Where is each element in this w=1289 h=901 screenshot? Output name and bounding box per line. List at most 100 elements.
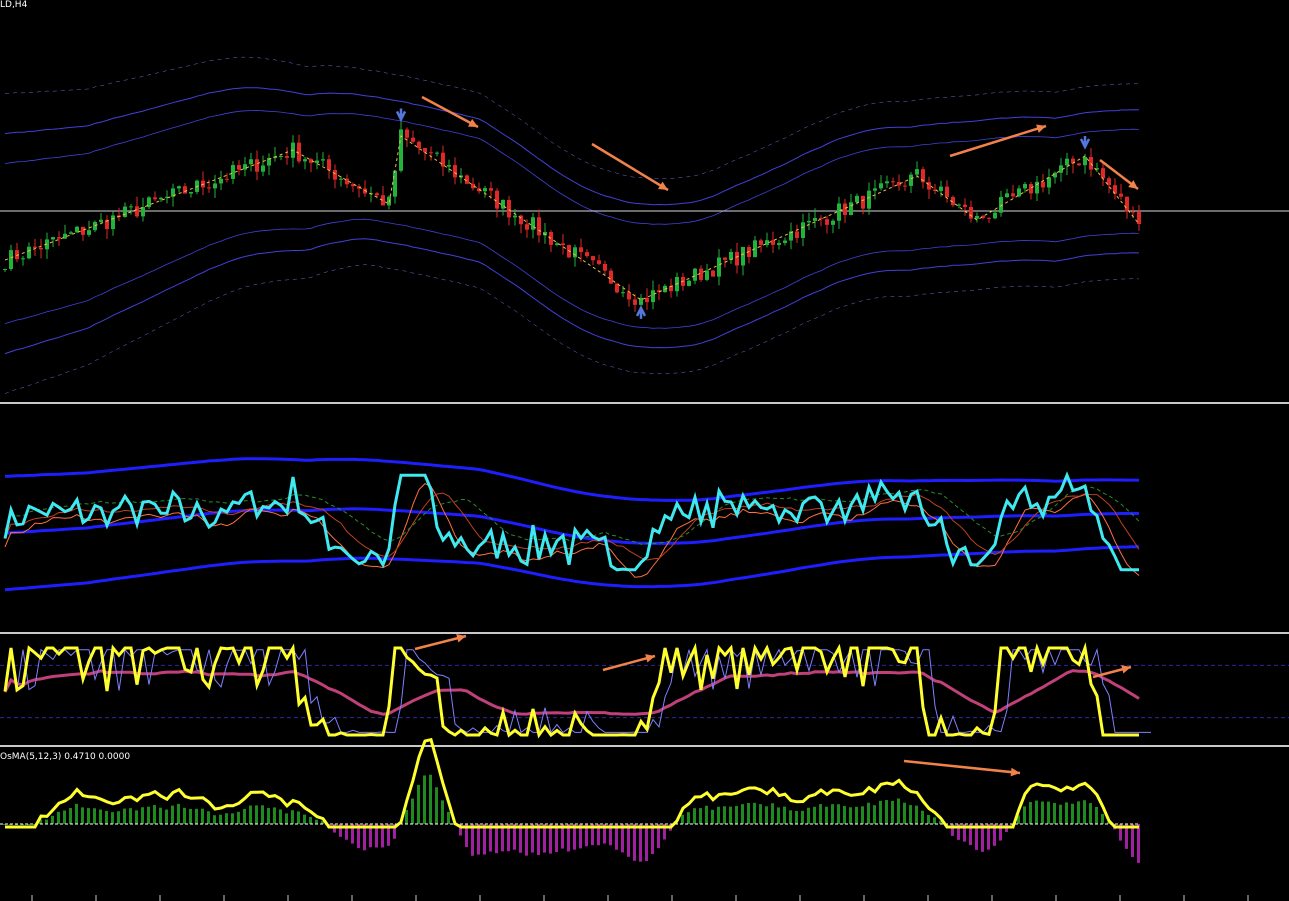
osma-bar-negative (1137, 824, 1140, 863)
osma-panel[interactable] (0, 737, 1140, 863)
osma-bar-negative (483, 824, 486, 855)
candle-body (183, 186, 187, 194)
osma-bar-positive (1035, 800, 1038, 824)
candle-body (819, 217, 823, 220)
osma-bar-positive (81, 807, 84, 824)
candle-body (189, 191, 193, 194)
osma-bar-positive (237, 811, 240, 824)
stoch-signal-line (3, 669, 1140, 716)
candle-body (285, 155, 289, 158)
trading-chart[interactable] (0, 0, 1289, 901)
osma-arrow (903, 759, 1021, 775)
candle-body (699, 268, 703, 280)
candle-body (693, 268, 697, 281)
osma-bar-negative (477, 824, 480, 855)
candle-body (489, 188, 493, 191)
osma-bar-positive (303, 814, 306, 824)
candle-body (243, 164, 247, 170)
osma-bar-positive (123, 808, 126, 824)
osma-bar-positive (279, 809, 282, 824)
candle-body (855, 195, 859, 203)
candle-body (633, 299, 637, 305)
osma-bar-positive (249, 805, 252, 824)
rsi-bands-panel[interactable] (3, 457, 1140, 592)
osma-bar-positive (765, 806, 768, 824)
candle-body (447, 165, 451, 167)
candle-body (825, 219, 829, 225)
envelope-band-5 (4, 264, 1140, 394)
price-panel[interactable] (0, 56, 1289, 394)
osma-bar-positive (1053, 802, 1056, 824)
candle-body (99, 219, 103, 222)
candle-body (123, 206, 127, 218)
candle-body (375, 193, 379, 196)
osma-bar-positive (729, 806, 732, 824)
osma-bar-positive (819, 804, 822, 824)
candle-body (3, 268, 7, 270)
candle-body (1077, 163, 1081, 166)
candle-body (1125, 196, 1129, 212)
osma-bar-positive (1065, 802, 1068, 824)
osma-bar-positive (105, 811, 108, 824)
candle-body (579, 247, 583, 253)
candle-body (327, 159, 331, 170)
osma-bar-negative (645, 824, 648, 862)
osma-bar-positive (759, 804, 762, 824)
candle-body (33, 246, 37, 248)
envelope-band-2 (4, 110, 1140, 225)
candle-body (753, 240, 757, 258)
envelope-band-4 (4, 238, 1140, 355)
candle-body (975, 215, 979, 219)
candle-body (1119, 193, 1123, 197)
stochastic-panel[interactable] (0, 634, 1289, 739)
osma-bar-negative (651, 824, 654, 855)
candle-body (831, 220, 835, 225)
osma-bar-positive (1041, 801, 1044, 824)
candle-body (741, 246, 745, 266)
osma-bar-positive (723, 806, 726, 824)
osma-bar-positive (441, 800, 444, 824)
envelope-band-0 (4, 56, 1140, 180)
candle-body (915, 169, 919, 175)
osma-bar-positive (435, 787, 438, 824)
candle-body (645, 297, 649, 303)
candle-body (279, 155, 283, 157)
candle-body (507, 199, 511, 218)
osma-bar-positive (1071, 803, 1074, 824)
osma-bar-positive (267, 808, 270, 824)
osma-bar-positive (129, 808, 132, 824)
candle-body (177, 186, 181, 189)
zigzag-line (4, 135, 1140, 301)
osma-bar-positive (837, 804, 840, 824)
candle-body (513, 215, 517, 218)
candle-body (849, 202, 853, 215)
candle-body (969, 206, 973, 219)
symbol-label: LD,H4 (0, 0, 28, 10)
candle-body (1023, 184, 1027, 189)
candle-body (861, 195, 865, 209)
osma-bar-positive (855, 806, 858, 824)
osma-bar-positive (687, 812, 690, 824)
osma-bar-positive (195, 808, 198, 824)
osma-bar-positive (231, 813, 234, 824)
candle-body (1047, 177, 1051, 188)
osma-line (5, 737, 1139, 829)
candle-body (531, 217, 535, 230)
candle-body (57, 237, 61, 239)
rsi-band-middle (4, 507, 1140, 545)
osma-bar-positive (153, 805, 156, 824)
osma-bar-positive (429, 774, 432, 824)
candle-body (225, 178, 229, 180)
candle-body (387, 196, 391, 206)
candle-body (1029, 184, 1033, 194)
candle-body (231, 165, 235, 179)
osma-bar-positive (273, 807, 276, 824)
candle-body (249, 159, 253, 165)
candle-body (417, 141, 421, 149)
osma-bar-positive (807, 807, 810, 824)
osma-bar-positive (291, 810, 294, 824)
candle-body (1101, 168, 1105, 179)
candle-body (435, 152, 439, 154)
osma-bar-positive (879, 800, 882, 824)
candle-body (723, 257, 727, 260)
